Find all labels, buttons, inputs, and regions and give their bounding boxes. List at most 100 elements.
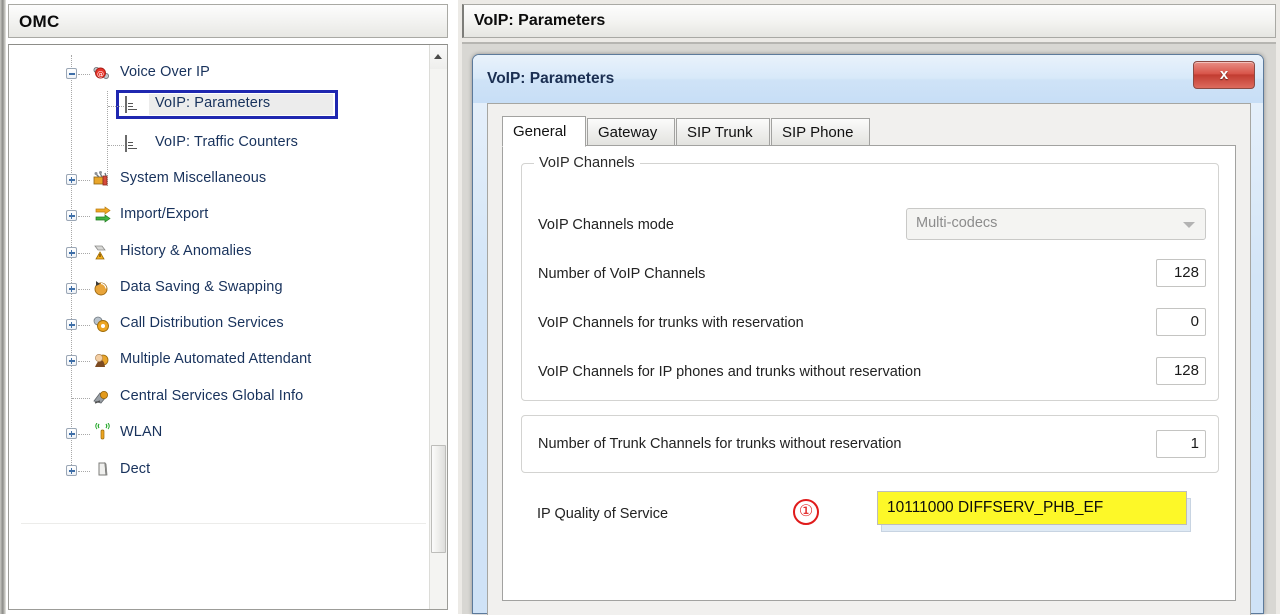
tree-item-call-distribution-services[interactable]: Call Distribution Services [9,312,409,338]
tree-item-voip-traffic-counters[interactable]: VoIP: Traffic Counters [9,131,409,157]
tree-vertical-scrollbar[interactable] [429,45,447,609]
tree-item-label: VoIP: Traffic Counters [155,134,298,150]
tree-guide-line [78,361,90,363]
expand-toggle-icon[interactable] [66,428,77,439]
tab-sip-trunk[interactable]: SIP Trunk [676,118,770,146]
dialog-client-area: General Gateway SIP Trunk SIP Phone VoIP… [487,103,1251,615]
tree-guide-line [108,145,124,147]
form-window-icon [125,136,143,153]
mdi-panel: VoIP: Parameters VoIP: Parameters x Gene… [458,0,1280,614]
voip-parameters-dialog: VoIP: Parameters x General Gateway SIP T… [472,54,1264,614]
import-export-arrows-icon [92,206,110,223]
voip-channels-trunks-with-reservation-input[interactable]: 0 [1156,308,1206,336]
trunk-channels-groupbox: Number of Trunk Channels for trunks with… [521,415,1219,473]
tab-gateway[interactable]: Gateway [587,118,675,146]
collapse-toggle-icon[interactable] [66,68,77,79]
tree-item-dect[interactable]: Dect [9,458,409,484]
trunk-channels-label: Number of Trunk Channels for trunks with… [538,436,901,452]
tree-item-label: WLAN [120,424,162,440]
attendant-person-icon [92,351,110,368]
omc-header-bar: OMC [8,4,448,38]
groupbox-title: VoIP Channels [534,155,640,171]
tree-item-label: VoIP: Parameters [155,95,270,111]
expand-toggle-icon[interactable] [66,465,77,476]
tab-general[interactable]: General [502,116,586,147]
tree-item-history-anomalies[interactable]: History & Anomalies [9,240,409,266]
tree-item-label: Central Services Global Info [120,388,303,404]
scrollbar-thumb[interactable] [431,445,446,553]
dialog-titlebar[interactable]: VoIP: Parameters x [473,55,1263,103]
tree-item-label: System Miscellaneous [120,170,266,186]
tree-guide-line [108,106,124,108]
tab-label: SIP Phone [782,124,853,141]
tab-sip-phone[interactable]: SIP Phone [771,118,870,146]
annotation-marker-1: ① [793,499,819,525]
tree-guide-line [78,216,90,218]
scroll-up-arrow-icon[interactable] [430,45,447,69]
tree-guide-line [78,434,90,436]
tree-item-central-services-global-info[interactable]: Central Services Global Info [9,385,409,411]
central-services-icon [92,388,110,405]
tree-item-import-export[interactable]: Import/Export [9,203,409,229]
close-icon: x [1194,62,1254,88]
dect-icon [94,461,112,478]
expand-toggle-icon[interactable] [66,247,77,258]
expand-toggle-icon[interactable] [66,283,77,294]
tree-guide-line [72,398,90,400]
tree-item-label: Dect [120,461,150,477]
system-misc-icon [92,170,110,187]
tree-guide-line [78,289,90,291]
dialog-title: VoIP: Parameters [487,70,614,88]
voip-channels-mode-value: Multi-codecs [916,215,997,231]
chevron-down-icon [1183,222,1195,228]
close-button[interactable]: x [1193,61,1255,89]
tree-item-data-saving-swapping[interactable]: Data Saving & Swapping [9,276,409,302]
wlan-antenna-icon [93,423,111,440]
tree-item-system-miscellaneous[interactable]: System Miscellaneous [9,167,409,193]
voip-gear-icon: @ [92,65,110,82]
voip-channels-groupbox: VoIP Channels VoIP Channels mode Multi-c… [521,163,1219,401]
voip-channels-mode-select[interactable]: Multi-codecs [906,208,1206,240]
tree-item-label: Multiple Automated Attendant [120,351,311,367]
expand-toggle-icon[interactable] [66,355,77,366]
tree-item-voip-parameters[interactable]: VoIP: Parameters [9,92,409,118]
tree-bottom-divider [21,523,426,525]
form-window-icon [125,97,143,114]
tree-guide-line [78,74,90,76]
svg-text:@: @ [97,70,104,78]
expand-toggle-icon[interactable] [66,210,77,221]
navigation-tree[interactable]: @ Voice Over IP VoIP: Parameters VoIP: T… [8,44,448,610]
number-of-voip-channels-label: Number of VoIP Channels [538,266,705,282]
voip-channels-ip-phones-input[interactable]: 128 [1156,357,1206,385]
panel-title: VoIP: Parameters [474,12,605,30]
window-left-edge [0,0,6,614]
tab-page-general: VoIP Channels VoIP Channels mode Multi-c… [502,145,1236,601]
tab-label: SIP Trunk [687,124,753,141]
tab-label: Gateway [598,124,657,141]
panel-header-bar: VoIP: Parameters [462,4,1276,38]
omc-tree-panel: OMC @ Voice Over IP [0,0,456,614]
omc-title: OMC [19,12,60,32]
number-of-voip-channels-input[interactable]: 128 [1156,259,1206,287]
tab-strip: General Gateway SIP Trunk SIP Phone [502,116,1236,146]
history-warning-icon [92,243,110,260]
tab-label: General [513,123,566,140]
tree-guide-line [78,180,90,182]
tree-item-label: History & Anomalies [120,243,252,259]
call-distribution-icon [92,315,110,332]
voip-channels-mode-label: VoIP Channels mode [538,217,674,233]
voip-channels-ip-phones-label: VoIP Channels for IP phones and trunks w… [538,364,921,380]
ip-quality-of-service-input[interactable]: 10111000 DIFFSERV_PHB_EF [877,491,1187,525]
ip-quality-of-service-label: IP Quality of Service [537,506,668,522]
voip-channels-trunks-with-reservation-label: VoIP Channels for trunks with reservatio… [538,315,804,331]
mdi-client-area: VoIP: Parameters x General Gateway SIP T… [462,42,1276,614]
tree-item-multiple-automated-attendant[interactable]: Multiple Automated Attendant [9,348,409,374]
expand-toggle-icon[interactable] [66,174,77,185]
tree-item-voice-over-ip[interactable]: @ Voice Over IP [9,61,409,87]
tree-item-label: Data Saving & Swapping [120,279,283,295]
expand-toggle-icon[interactable] [66,319,77,330]
tree-item-wlan[interactable]: WLAN [9,421,409,447]
data-saving-icon [92,279,110,296]
trunk-channels-input[interactable]: 1 [1156,430,1206,458]
tree-item-label: Voice Over IP [120,64,210,80]
